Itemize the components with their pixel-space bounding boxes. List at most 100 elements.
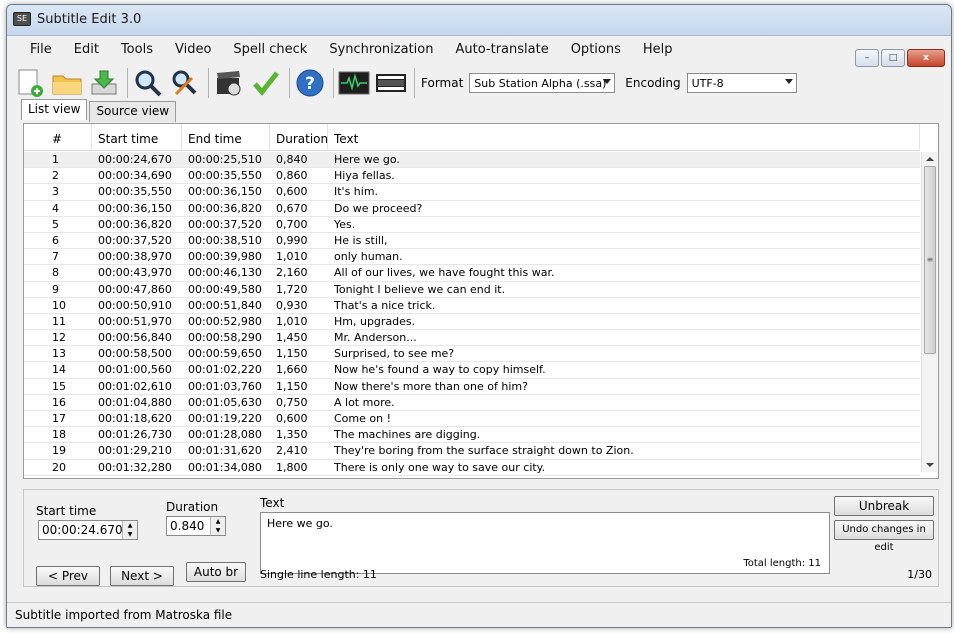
table-row[interactable]: 17 00:01:18,620 00:01:19,220 0,600 Come on ! [24,411,920,428]
prev-button[interactable]: < Prev [36,566,100,586]
film-strip-icon[interactable] [374,66,408,100]
help-icon[interactable]: ? [293,66,327,100]
table-row[interactable]: 15 00:01:02,610 00:01:03,760 1,150 Now there… [24,379,920,395]
format-label: Format [421,76,464,90]
toolbar-separator [208,68,209,98]
row-number: 5 [52,217,59,231]
menu-edit[interactable]: Edit [63,42,110,57]
table-row[interactable]: 13 00:00:58,500 00:00:59,650 1,150 Surprised… [24,346,920,363]
row-number: 11 [52,314,66,328]
table-row[interactable]: 18 00:01:26,730 00:01:28,080 1,350 The machi… [24,427,920,444]
table-row[interactable]: 19 00:01:29,210 00:01:31,620 2,410 They're b… [24,443,920,460]
row-text: Surprised, to see me? [334,347,455,361]
download-icon[interactable] [87,66,121,100]
menu-synchronization[interactable]: Synchronization [318,42,444,57]
list-rows: 1 00:00:24,670 00:00:25,510 0,840 Here we go… [24,152,920,476]
menu-help[interactable]: Help [632,42,684,57]
subtitle-text-value: Here we go. [267,517,333,530]
table-row[interactable]: 4 00:00:36,150 00:00:36,820 0,670 Do we proc… [24,201,920,217]
row-text: Now there's more than one of him? [334,379,528,393]
column-duration[interactable]: Duration [270,124,328,150]
table-row[interactable]: 9 00:00:47,860 00:00:49,580 1,720 Tonight I … [24,282,920,298]
row-start-time: 00:00:34,690 [98,169,172,183]
row-duration: 0,700 [276,217,308,231]
subtitle-text-input[interactable]: Here we go. Total length: 11 [260,512,830,574]
table-row[interactable]: 20 00:01:32,280 00:01:34,080 1,800 There is … [24,460,920,476]
start-time-input[interactable]: 00:00:24.670 ▲ ▼ [38,520,138,540]
menu-video[interactable]: Video [164,42,222,57]
row-end-time: 00:00:25,510 [188,153,262,166]
row-duration: 1,800 [276,460,308,474]
table-row[interactable]: 5 00:00:36,820 00:00:37,520 0,700 Yes. [24,217,920,233]
list-header: # Start time End time Duration Text [24,124,920,151]
scrollbar-thumb[interactable]: ≡ [924,166,936,354]
row-number: 18 [52,428,66,442]
table-row[interactable]: 3 00:00:35,550 00:00:36,150 0,600 It's him. [24,184,920,201]
table-row[interactable]: 1 00:00:24,670 00:00:25,510 0,840 Here we go… [24,152,920,169]
row-duration: 1,450 [276,331,308,345]
duration-spinner[interactable]: ▲ ▼ [210,517,225,535]
waveform-icon[interactable] [337,66,371,100]
row-end-time: 00:00:51,840 [188,298,262,312]
row-start-time: 00:00:51,970 [98,314,172,328]
row-text: There is only one way to save our city. [334,460,546,474]
subtitle-list[interactable]: # Start time End time Duration Text 1 00:… [23,123,939,479]
table-row[interactable]: 2 00:00:34,690 00:00:35,550 0,860 Hiya fella… [24,168,920,185]
menu-tools[interactable]: Tools [110,42,164,57]
column-text[interactable]: Text [328,124,920,150]
menu-options[interactable]: Options [560,42,632,57]
unbreak-button[interactable]: Unbreak [834,496,934,516]
auto-br-button[interactable]: Auto br [186,562,246,582]
row-start-time: 00:01:00,560 [98,363,172,377]
column-end-time[interactable]: End time [182,124,270,150]
open-folder-icon[interactable] [50,66,84,100]
next-button[interactable]: Next > [110,566,174,586]
row-duration: 0,750 [276,395,308,409]
duration-input[interactable]: 0.840 ▲ ▼ [166,516,226,536]
row-text: The machines are digging. [334,428,481,442]
column-start-time[interactable]: Start time [92,124,182,150]
checkmark-icon[interactable] [249,66,283,100]
table-row[interactable]: 6 00:00:37,520 00:00:38,510 0,990 He is stil… [24,233,920,250]
table-row[interactable]: 7 00:00:38,970 00:00:39,980 1,010 only human… [24,249,920,266]
row-end-time: 00:01:05,630 [188,395,262,409]
row-duration: 1,010 [276,250,308,264]
row-end-time: 00:00:35,550 [188,169,262,183]
row-end-time: 00:00:49,580 [188,282,262,296]
column-number[interactable]: # [24,124,92,150]
video-clapper-icon[interactable] [212,66,246,100]
undo-changes-button[interactable]: Undo changes in edit [834,520,934,553]
row-start-time: 00:00:58,500 [98,347,172,361]
menu-auto-translate[interactable]: Auto-translate [444,42,559,57]
menu-file[interactable]: File [19,42,63,57]
tab-list-view[interactable]: List view [21,99,88,120]
start-time-spinner[interactable]: ▲ ▼ [122,521,137,539]
status-bar: Subtitle imported from Matroska file [7,602,951,627]
table-row[interactable]: 14 00:01:00,560 00:01:02,220 1,660 Now he's … [24,362,920,379]
table-row[interactable]: 10 00:00:50,910 00:00:51,840 0,930 That's a … [24,298,920,314]
row-number: 4 [52,201,59,215]
table-row[interactable]: 12 00:00:56,840 00:00:58,290 1,450 Mr. Ander… [24,330,920,347]
row-duration: 0,990 [276,233,308,247]
table-row[interactable]: 11 00:00:51,970 00:00:52,980 1,010 Hm, upgra… [24,314,920,331]
row-duration: 1,150 [276,347,308,361]
menu-spell-check[interactable]: Spell check [222,42,318,57]
find-icon[interactable] [131,66,165,100]
row-number: 20 [52,460,66,474]
row-duration: 0,600 [276,412,308,425]
row-text: Mr. Anderson... [334,331,417,345]
tab-source-view[interactable]: Source view [89,101,177,122]
new-file-icon[interactable] [13,66,47,100]
vertical-scrollbar[interactable]: ≡ [921,152,938,472]
table-row[interactable]: 8 00:00:43,970 00:00:46,130 2,160 All of our… [24,265,920,282]
encoding-select[interactable]: UTF-8 [686,73,797,93]
row-start-time: 00:01:02,610 [98,379,172,393]
row-text: It's him. [334,185,379,199]
scroll-up-icon[interactable] [926,157,934,161]
table-row[interactable]: 16 00:01:04,880 00:01:05,630 0,750 A lot mor… [24,395,920,411]
scroll-down-icon[interactable] [926,463,934,467]
replace-icon[interactable] [168,66,202,100]
format-select[interactable]: Sub Station Alpha (.ssa) [469,73,616,93]
row-text: That's a nice trick. [334,298,436,312]
row-start-time: 00:01:04,880 [98,395,172,409]
